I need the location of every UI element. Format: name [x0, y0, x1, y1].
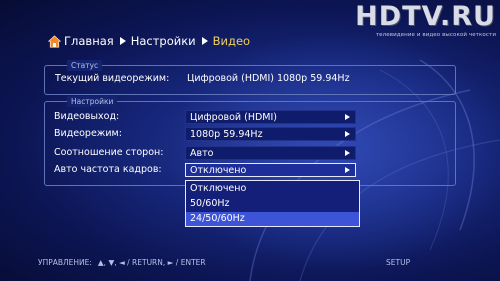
dropdown-option-off[interactable]: Отключено: [186, 182, 359, 196]
dropdown-option-24-50-60[interactable]: 24/50/60Hz: [186, 212, 359, 226]
setting-label-auto-framerate: Авто частота кадров:: [54, 164, 162, 175]
auto-framerate-dropdown: Отключено 50/60Hz 24/50/60Hz: [185, 180, 360, 227]
status-value: Цифровой (HDMI) 1080p 59.94Hz: [187, 73, 350, 84]
chevron-right-icon: [345, 150, 350, 156]
footer: УПРАВЛЕНИЕ: ▲, ▼, ◄ / RETURN, ► / ENTER …: [0, 252, 500, 272]
auto-framerate-value: Отключено: [190, 165, 247, 176]
watermark-tagline: телевидение и видео высокой четкости: [375, 32, 496, 38]
footer-hint: УПРАВЛЕНИЕ: ▲, ▼, ◄ / RETURN, ► / ENTER: [38, 258, 206, 267]
status-row: Текущий видеорежим: Цифровой (HDMI) 1080…: [55, 73, 350, 84]
video-mode-value: 1080p 59.94Hz: [190, 129, 263, 140]
dropdown-option-50-60[interactable]: 50/60Hz: [186, 197, 359, 211]
footer-hint-keys: ▲, ▼, ◄ / RETURN, ► / ENTER: [97, 258, 206, 267]
chevron-right-icon: [201, 37, 208, 45]
video-mode-select[interactable]: 1080p 59.94Hz: [185, 127, 356, 141]
aspect-ratio-value: Авто: [190, 148, 214, 159]
footer-hint-prefix: УПРАВЛЕНИЕ:: [38, 258, 92, 267]
video-output-value: Цифровой (HDMI): [190, 112, 277, 123]
watermark: HDTV.RU телевидение и видео высокой четк…: [355, 1, 496, 39]
aspect-ratio-select[interactable]: Авто: [185, 146, 356, 160]
setting-label-aspect-ratio: Соотношение сторон:: [54, 147, 164, 158]
chevron-right-icon: [345, 114, 350, 120]
watermark-logo: HDTV.RU: [355, 1, 496, 32]
breadcrumb-video: Видео: [212, 34, 251, 48]
breadcrumb-home[interactable]: Главная: [64, 34, 114, 48]
status-label: Текущий видеорежим:: [55, 73, 170, 84]
status-legend: Статус: [67, 60, 103, 71]
setup-button[interactable]: SETUP: [386, 258, 410, 267]
chevron-right-icon: [345, 131, 350, 137]
breadcrumb: Главная Настройки Видео: [48, 33, 250, 49]
settings-legend: Настройки: [67, 96, 118, 107]
chevron-right-icon: [119, 37, 126, 45]
breadcrumb-settings[interactable]: Настройки: [131, 34, 196, 48]
status-group: Статус Текущий видеорежим: Цифровой (HDM…: [44, 60, 456, 95]
setting-label-video-mode: Видеорежим:: [54, 128, 122, 139]
video-output-select[interactable]: Цифровой (HDMI): [185, 110, 356, 124]
chevron-right-icon: [345, 167, 350, 173]
auto-framerate-select[interactable]: Отключено: [185, 163, 356, 177]
setting-label-video-output: Видеовыход:: [54, 111, 120, 122]
home-icon: [48, 34, 61, 47]
